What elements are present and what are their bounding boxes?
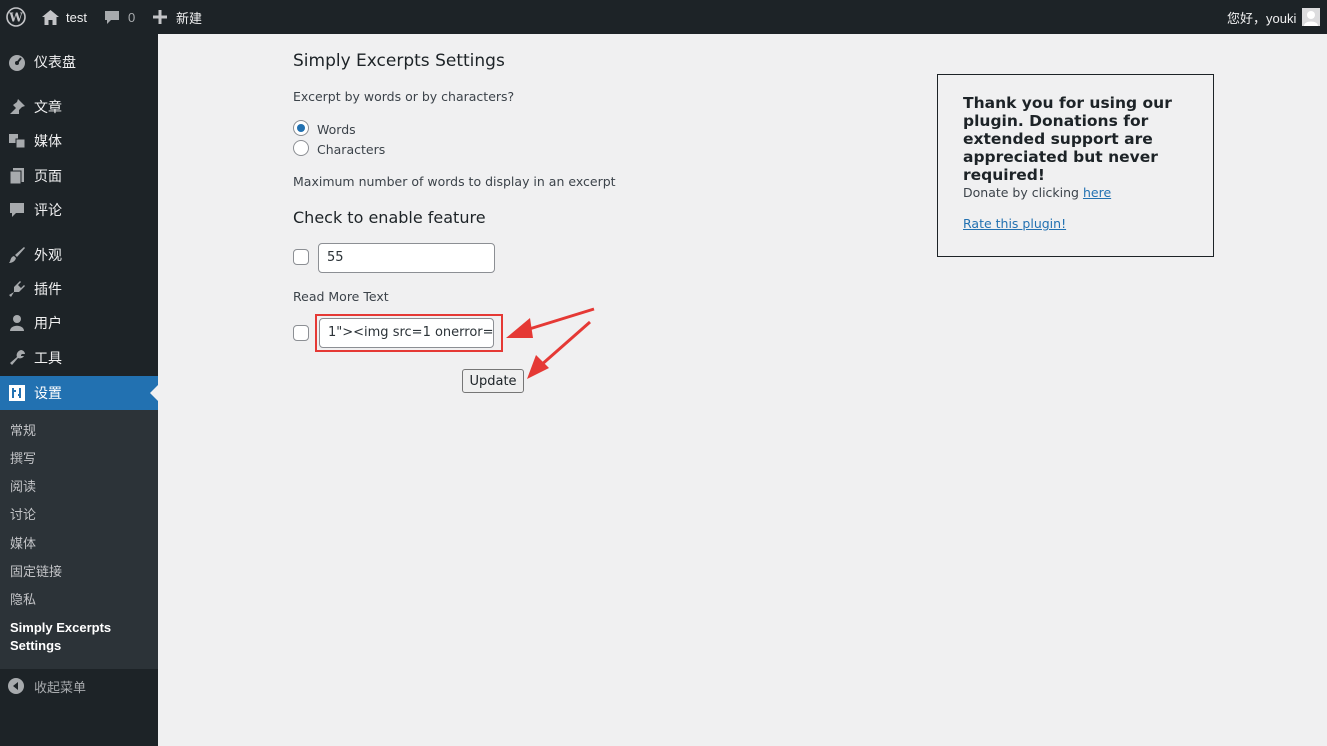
menu-label: 文章 — [34, 99, 62, 115]
characters-radio-label: Characters — [317, 142, 386, 157]
menu-item-users[interactable]: 用户 — [0, 306, 158, 340]
update-button[interactable]: Update — [462, 369, 524, 393]
page-title: Simply Excerpts Settings — [293, 51, 505, 71]
brush-icon — [7, 245, 27, 265]
rate-plugin-link[interactable]: Rate this plugin! — [963, 216, 1066, 231]
menu-item-tools[interactable]: 工具 — [0, 341, 158, 375]
menu-item-appearance[interactable]: 外观 — [0, 238, 158, 272]
menu-label: 外观 — [34, 247, 62, 263]
submenu-simply-excerpts[interactable]: Simply Excerpts Settings — [10, 619, 111, 655]
collapse-arrow-icon — [8, 678, 24, 694]
max-words-enable-checkbox[interactable] — [293, 249, 309, 265]
menu-item-comments[interactable]: 评论 — [0, 193, 158, 227]
max-words-input[interactable]: 55 — [318, 243, 495, 273]
section-title: Check to enable feature — [293, 208, 486, 227]
settings-submenu: 常规 撰写 阅读 讨论 媒体 固定链接 隐私 Simply Excerpts S… — [0, 410, 158, 669]
words-radio[interactable] — [293, 120, 309, 136]
submenu-general[interactable]: 常规 — [10, 422, 36, 440]
collapse-menu-button[interactable]: 收起菜单 — [0, 674, 158, 698]
new-label: 新建 — [176, 10, 203, 26]
menu-item-plugins[interactable]: 插件 — [0, 272, 158, 306]
menu-label: 设置 — [34, 385, 62, 401]
menu-item-media[interactable]: 媒体 — [0, 124, 158, 158]
svg-text:W: W — [8, 11, 23, 25]
read-more-label: Read More Text — [293, 289, 389, 304]
dashboard-icon — [7, 52, 27, 72]
submenu-writing[interactable]: 撰写 — [10, 450, 36, 468]
site-name-link[interactable]: test — [42, 0, 87, 34]
characters-radio[interactable] — [293, 140, 309, 156]
words-radio-label: Words — [317, 122, 356, 137]
admin-bar: W test 0 新建 您好，youki — [0, 0, 1327, 34]
main-content: Simply Excerpts Settings Excerpt by word… — [158, 34, 1327, 746]
menu-item-posts[interactable]: 文章 — [0, 90, 158, 124]
user-icon — [7, 313, 27, 333]
avatar — [1302, 8, 1321, 26]
new-content-link[interactable]: 新建 — [153, 0, 202, 34]
plugin-icon — [7, 279, 27, 299]
comments-link[interactable]: 0 — [104, 0, 135, 34]
submenu-permalinks[interactable]: 固定链接 — [10, 563, 62, 581]
plus-icon — [153, 10, 167, 24]
submenu-media[interactable]: 媒体 — [10, 535, 36, 553]
collapse-label: 收起菜单 — [34, 679, 87, 695]
menu-label: 媒体 — [34, 133, 62, 149]
excerpt-mode-question: Excerpt by words or by characters? — [293, 89, 515, 104]
menu-label: 仪表盘 — [34, 54, 76, 70]
menu-label: 评论 — [34, 202, 62, 218]
menu-item-dashboard[interactable]: 仪表盘 — [0, 45, 158, 79]
comments-count: 0 — [128, 9, 136, 25]
wrench-icon — [7, 348, 27, 368]
menu-label: 用户 — [34, 315, 62, 331]
menu-item-pages[interactable]: 页面 — [0, 159, 158, 193]
submenu-reading[interactable]: 阅读 — [10, 478, 36, 496]
submenu-discussion[interactable]: 讨论 — [10, 506, 36, 524]
donate-box: Thank you for using our plugin. Donation… — [937, 74, 1214, 257]
annotation-highlight-box — [315, 314, 503, 352]
submenu-label-line2: Settings — [10, 638, 62, 653]
menu-label: 插件 — [34, 281, 62, 297]
site-name: test — [66, 9, 87, 25]
settings-icon — [7, 383, 27, 403]
wordpress-logo-icon[interactable]: W — [6, 0, 26, 34]
submenu-privacy[interactable]: 隐私 — [10, 591, 36, 609]
max-words-label: Maximum number of words to display in an… — [293, 174, 616, 189]
comment-bubble-icon — [104, 10, 120, 25]
home-icon — [42, 9, 59, 25]
submenu-label-line1: Simply Excerpts — [10, 620, 112, 635]
admin-sidebar: 仪表盘 文章 媒体 页面 评论 外观 插件 用户 工具 设置 常规 撰写 阅读 … — [0, 34, 158, 746]
donate-here-link[interactable]: here — [1083, 185, 1111, 200]
menu-label: 工具 — [34, 350, 62, 366]
rate-plugin-label: Rate this plugin! — [963, 216, 1067, 231]
media-icon — [7, 131, 27, 151]
donate-title: Thank you for using our plugin. Donation… — [963, 94, 1172, 184]
menu-item-settings[interactable]: 设置 — [0, 376, 158, 410]
read-more-enable-checkbox[interactable] — [293, 325, 309, 341]
page-icon — [7, 166, 27, 186]
comment-icon — [7, 200, 27, 220]
account-link[interactable]: 您好，youki — [1227, 0, 1321, 34]
donate-prefix: Donate by clicking — [963, 185, 1083, 200]
greeting: 您好，youki — [1227, 10, 1297, 26]
menu-label: 页面 — [34, 168, 62, 184]
donate-text: Donate by clicking here — [963, 185, 1111, 200]
pin-icon — [7, 97, 27, 117]
